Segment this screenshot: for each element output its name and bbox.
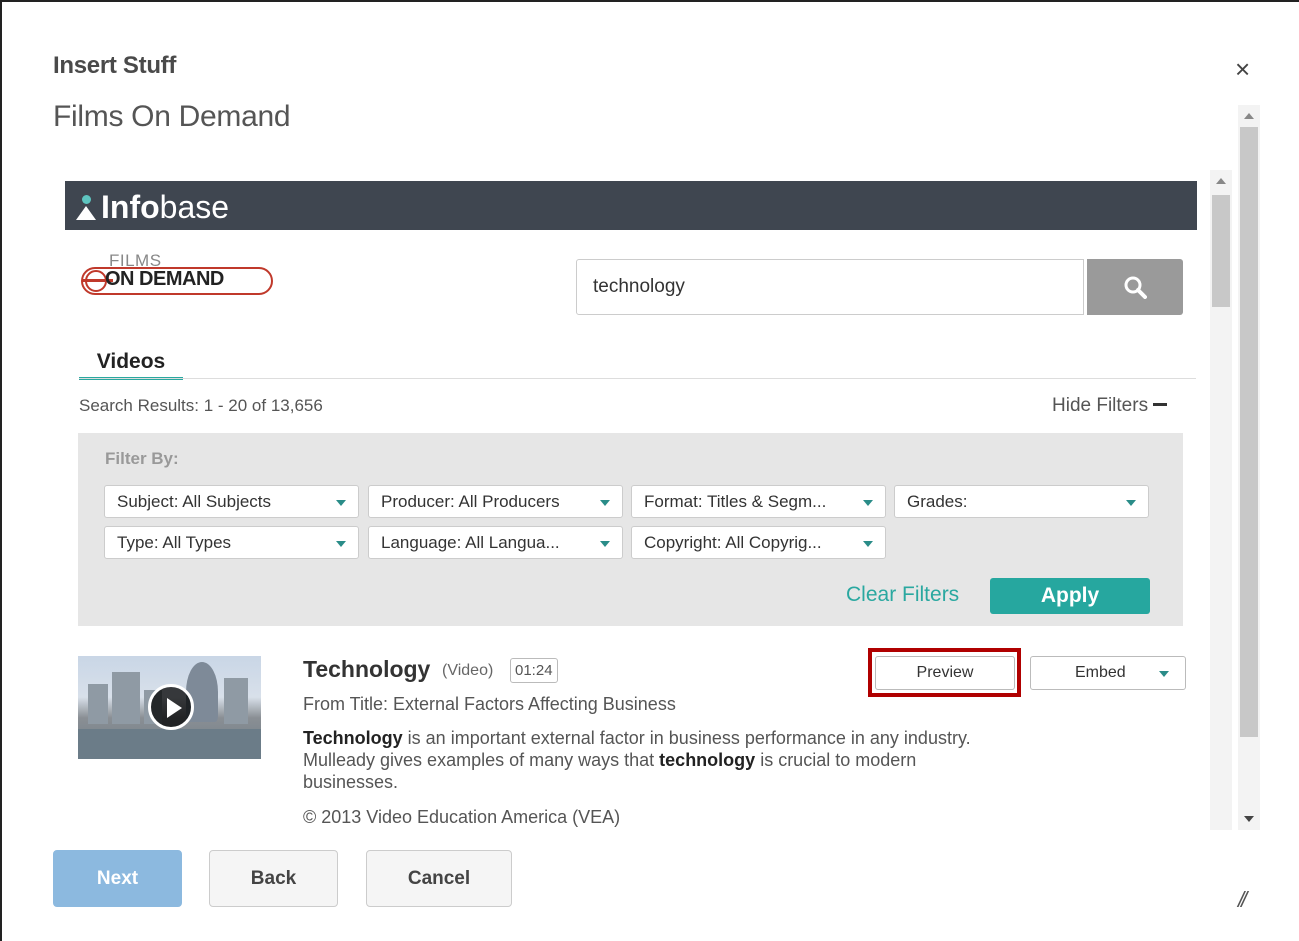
inner-scroll-up-arrow-icon[interactable] — [1216, 178, 1226, 184]
close-icon[interactable]: × — [1235, 54, 1250, 84]
chevron-down-icon — [600, 541, 610, 547]
result-duration-badge: 01:24 — [510, 658, 558, 683]
filter-panel: Filter By: Subject: All Subjects Produce… — [78, 433, 1183, 626]
films-on-demand-logo: FILMS ON DEMAND — [81, 251, 273, 297]
infobase-header: Info base — [65, 181, 1197, 230]
dialog-subtitle: Films On Demand — [53, 100, 291, 133]
format-filter-label: Format: Titles & Segm... — [644, 492, 827, 511]
minus-icon — [1153, 402, 1168, 406]
embed-label: Embed — [1075, 664, 1126, 681]
next-button[interactable]: Next — [53, 850, 182, 907]
clear-filters-link[interactable]: Clear Filters — [846, 583, 959, 607]
embed-dropdown-button[interactable]: Embed — [1030, 656, 1186, 690]
language-filter-select[interactable]: Language: All Langua... — [368, 526, 623, 559]
hide-filters-label: Hide Filters — [1052, 395, 1149, 416]
type-filter-label: Type: All Types — [117, 533, 232, 552]
result-from-title: From Title: External Factors Affecting B… — [303, 694, 676, 714]
inner-scrollbar-thumb[interactable] — [1212, 195, 1230, 307]
language-filter-label: Language: All Langua... — [381, 533, 560, 552]
producer-filter-select[interactable]: Producer: All Producers — [368, 485, 623, 518]
search-input[interactable] — [576, 259, 1084, 315]
tab-videos[interactable]: Videos — [79, 348, 183, 380]
chevron-down-icon — [1126, 500, 1136, 506]
brand-bold: Info — [101, 189, 160, 225]
apply-button[interactable]: Apply — [990, 578, 1150, 614]
results-count: Search Results: 1 - 20 of 13,656 — [79, 396, 323, 415]
chevron-down-icon — [863, 500, 873, 506]
back-button[interactable]: Back — [209, 850, 338, 907]
insert-stuff-dialog: Insert Stuff × Films On Demand Info base … — [0, 0, 1299, 941]
format-filter-select[interactable]: Format: Titles & Segm... — [631, 485, 886, 518]
outer-scrollbar-thumb[interactable] — [1240, 127, 1258, 737]
dialog-title: Insert Stuff — [53, 52, 177, 79]
resize-handle-icon[interactable]: // — [1238, 887, 1247, 913]
copyright-filter-label: Copyright: All Copyrig... — [644, 533, 822, 552]
filter-by-heading: Filter By: — [105, 449, 179, 468]
producer-filter-label: Producer: All Producers — [381, 492, 560, 511]
play-icon[interactable] — [148, 684, 194, 730]
infobase-logo: Info base — [75, 189, 229, 226]
logo-on-demand-text: ON DEMAND — [105, 268, 224, 290]
grades-filter-select[interactable]: Grades: — [894, 485, 1149, 518]
cancel-button[interactable]: Cancel — [366, 850, 512, 907]
search-button[interactable] — [1087, 259, 1183, 315]
subject-filter-select[interactable]: Subject: All Subjects — [104, 485, 359, 518]
brand-rest: base — [159, 189, 230, 225]
chevron-down-icon — [336, 500, 346, 506]
grades-filter-label: Grades: — [907, 492, 968, 511]
result-title[interactable]: Technology — [303, 656, 430, 683]
scroll-down-arrow-icon[interactable] — [1244, 816, 1254, 822]
hide-filters-toggle[interactable]: Hide Filters — [1052, 395, 1168, 417]
subject-filter-label: Subject: All Subjects — [117, 492, 272, 511]
result-type: (Video) — [442, 662, 494, 679]
chevron-down-icon — [336, 541, 346, 547]
chevron-down-icon — [1159, 671, 1169, 677]
type-filter-select[interactable]: Type: All Types — [104, 526, 359, 559]
chevron-down-icon — [863, 541, 873, 547]
desc-keyword: technology — [659, 750, 756, 770]
search-icon — [1124, 276, 1147, 299]
scroll-up-arrow-icon[interactable] — [1244, 113, 1254, 119]
result-copyright: © 2013 Video Education America (VEA) — [303, 807, 621, 827]
inner-scrollbar[interactable] — [1210, 170, 1232, 830]
tab-divider — [79, 378, 1196, 379]
infobase-person-icon — [75, 193, 97, 223]
chevron-down-icon — [600, 500, 610, 506]
outer-scrollbar[interactable] — [1238, 105, 1260, 830]
copyright-filter-select[interactable]: Copyright: All Copyrig... — [631, 526, 886, 559]
preview-button[interactable]: Preview — [875, 656, 1015, 690]
result-description: Technology is an important external fact… — [303, 727, 1003, 793]
desc-keyword: Technology — [303, 728, 403, 748]
